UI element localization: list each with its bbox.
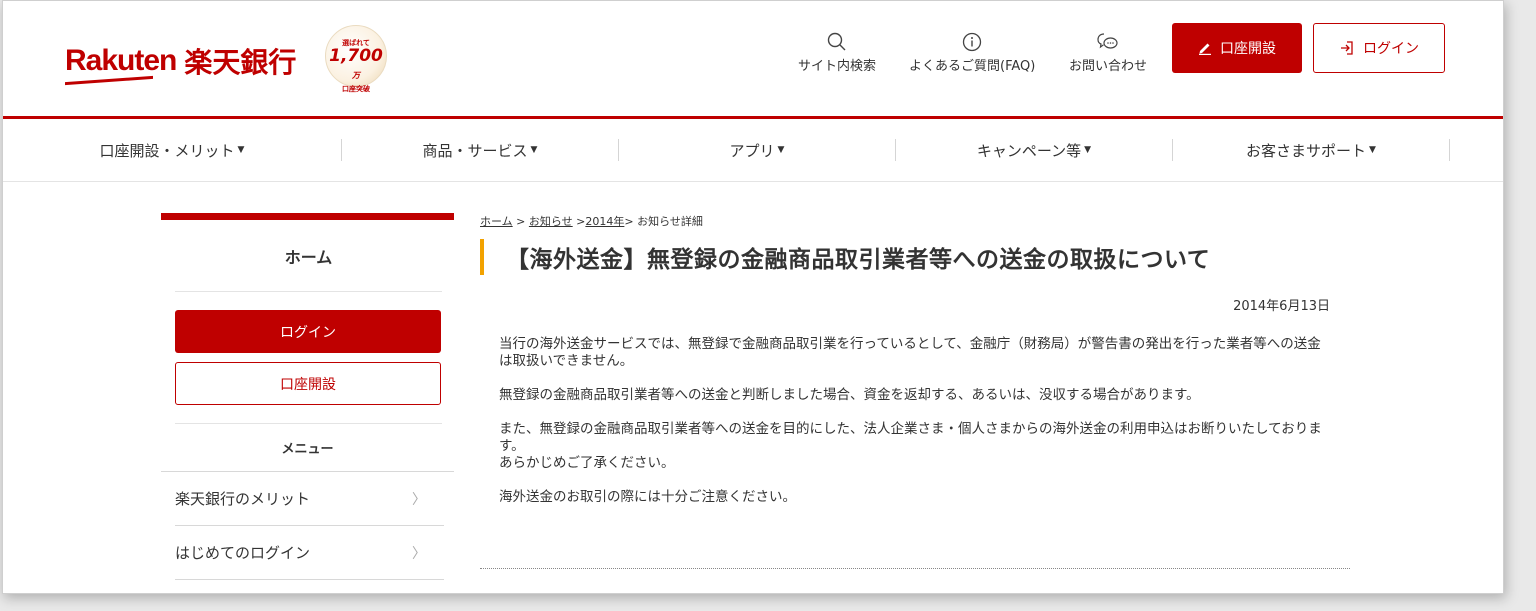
contact-link[interactable]: お問い合わせ — [1069, 31, 1147, 74]
side-menu-heading: メニュー — [161, 424, 454, 472]
article-text: あらかじめご了承ください。 — [499, 455, 675, 471]
side-nav: ホーム ログイン 口座開設 メニュー 楽天銀行のメリット 〉 はじめてのログイン… — [161, 213, 454, 580]
side-link-label: はじめてのログイン — [175, 544, 311, 562]
info-icon — [962, 31, 982, 53]
logo-text-en: Rakuten — [65, 44, 177, 77]
article-text: また、無登録の金融商品取引業者等への送金を目的にした、法人企業さま・個人さまから… — [499, 421, 1322, 454]
side-link-merits[interactable]: 楽天銀行のメリット 〉 — [175, 472, 444, 526]
article-paragraph: 無登録の金融商品取引業者等への送金と判断しました場合、資金を返却する、あるいは、… — [499, 387, 1200, 403]
logo-text-ja: 楽天銀行 — [184, 46, 297, 79]
accounts-milestone-badge: 選ばれて 1,700万 口座突破 — [325, 25, 387, 93]
side-open-account-button[interactable]: 口座開設 — [175, 362, 441, 405]
gnav-label: お客さまサポート — [1246, 141, 1367, 160]
side-nav-accent-bar — [161, 213, 454, 220]
side-link-first-login[interactable]: はじめてのログイン 〉 — [175, 526, 444, 580]
faq-label: よくあるご質問(FAQ) — [909, 59, 1036, 74]
side-link-label: 楽天銀行のメリット — [175, 490, 311, 508]
breadcrumb-news[interactable]: お知らせ — [529, 215, 573, 228]
chat-icon — [1097, 31, 1119, 53]
login-button[interactable]: ログイン — [1313, 23, 1445, 73]
global-nav: 口座開設・メリット ▼ 商品・サービス ▼ アプリ ▼ キャンペーン等 ▼ お客さまサポ… — [3, 119, 1503, 182]
badge-line3: 口座突破 — [342, 85, 370, 93]
site-search-label: サイト内検索 — [798, 59, 877, 74]
site-search-link[interactable]: サイト内検索 — [798, 31, 876, 74]
side-home-link[interactable]: ホーム — [175, 220, 442, 292]
caret-down-icon: ▼ — [777, 145, 785, 155]
breadcrumb-year[interactable]: 2014年 — [585, 215, 624, 228]
open-account-label: 口座開設 — [1220, 41, 1276, 57]
article: ホーム > お知らせ >2014年> お知らせ詳細 【海外送金】無登録の金融商品… — [480, 213, 1350, 569]
breadcrumb-separator: > — [572, 215, 586, 228]
login-label: ログイン — [1363, 41, 1419, 57]
gnav-label: 口座開設・メリット — [99, 141, 235, 160]
rakuten-bank-logo[interactable]: Rakuten 楽天銀行 — [65, 41, 296, 81]
gnav-item-app[interactable]: アプリ ▼ — [619, 119, 895, 181]
search-icon — [827, 31, 847, 53]
article-body: 当行の海外送金サービスでは、無登録で金融商品取引業を行っているとして、金融庁（財… — [480, 336, 1350, 506]
article-paragraph: 当行の海外送金サービスでは、無登録で金融商品取引業を行っているとして、金融庁（財… — [499, 336, 1321, 369]
caret-down-icon: ▼ — [530, 145, 538, 155]
breadcrumb: ホーム > お知らせ >2014年> お知らせ詳細 — [480, 213, 1350, 229]
side-login-button[interactable]: ログイン — [175, 310, 441, 353]
contact-label: お問い合わせ — [1069, 59, 1148, 74]
browser-page: Rakuten 楽天銀行 選ばれて 1,700万 口座突破 サイト内検索 よくあ… — [2, 0, 1504, 594]
badge-number: 1,700万 — [329, 46, 383, 81]
gnav-item-support[interactable]: お客さまサポート ▼ — [1173, 119, 1449, 181]
gnav-label: 商品・サービス — [422, 141, 528, 160]
caret-down-icon: ▼ — [237, 145, 245, 155]
chevron-right-icon: 〉 — [412, 491, 426, 508]
article-paragraph: 海外送金のお取引の際には十分ご注意ください。 — [499, 489, 796, 505]
article-end-divider — [480, 568, 1350, 569]
article-paragraph: また、無登録の金融商品取引業者等への送金を目的にした、法人企業さま・個人さまから… — [499, 421, 1330, 472]
caret-down-icon: ▼ — [1369, 145, 1376, 155]
gnav-item-account-merits[interactable]: 口座開設・メリット ▼ — [3, 119, 341, 181]
login-icon — [1339, 40, 1355, 56]
site-header: Rakuten 楽天銀行 選ばれて 1,700万 口座突破 サイト内検索 よくあ… — [3, 1, 1503, 117]
gnav-item-products[interactable]: 商品・サービス ▼ — [342, 119, 618, 181]
breadcrumb-separator: > — [512, 215, 529, 228]
gnav-label: アプリ — [729, 141, 775, 160]
pencil-icon — [1198, 41, 1212, 55]
page-title: 【海外送金】無登録の金融商品取引業者等への送金の取扱について — [480, 239, 1350, 275]
gnav-item-campaigns[interactable]: キャンペーン等 ▼ — [896, 119, 1172, 181]
faq-link[interactable]: よくあるご質問(FAQ) — [909, 31, 1035, 74]
caret-down-icon: ▼ — [1084, 145, 1092, 155]
breadcrumb-separator: > — [624, 215, 638, 228]
nav-divider — [1449, 139, 1450, 161]
breadcrumb-current: お知らせ詳細 — [637, 215, 703, 228]
breadcrumb-home[interactable]: ホーム — [480, 215, 513, 228]
gnav-label: キャンペーン等 — [976, 141, 1082, 160]
open-account-button[interactable]: 口座開設 — [1172, 23, 1302, 73]
chevron-right-icon: 〉 — [412, 545, 426, 562]
publish-date: 2014年6月13日 — [1233, 299, 1330, 314]
